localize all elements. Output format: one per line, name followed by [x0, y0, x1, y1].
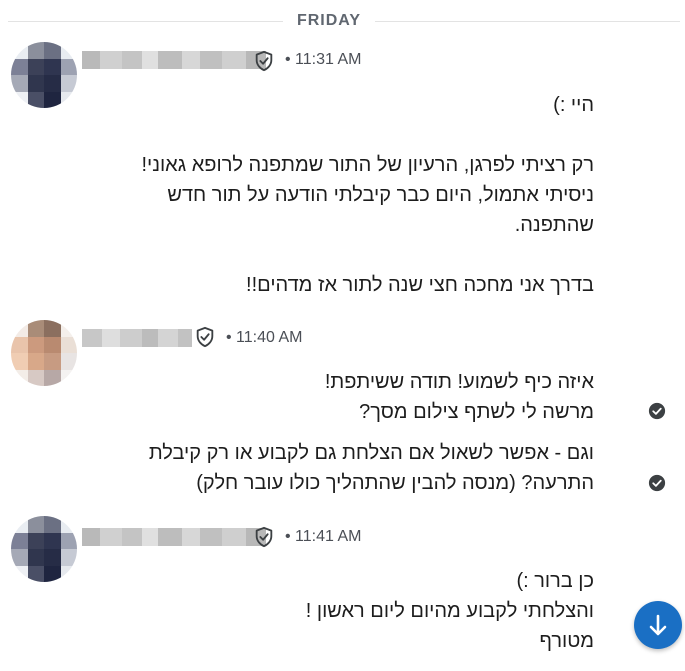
- verified-shield-icon: [196, 326, 214, 348]
- avatar[interactable]: [11, 42, 77, 108]
- scroll-to-bottom-button[interactable]: [634, 601, 682, 649]
- message-line: התרעה? (מנסה להבין שהתהליך כולו עובר חלק…: [196, 472, 594, 494]
- sender-name-blurred[interactable]: [82, 329, 192, 347]
- message-text: כן ברור :) והצלחתי לקבוע מהיום ליום ראשו…: [306, 566, 594, 656]
- message-line: היי :): [553, 94, 594, 116]
- message-line: כן ברור :): [516, 570, 594, 592]
- sender-name-blurred[interactable]: [82, 528, 266, 546]
- message-line: וגם - אפשר לשאול אם הצלחת גם לקבוע או רק…: [148, 442, 594, 464]
- message-line: רק רציתי לפרגן, הרעיון של התור שמתפנה לר…: [141, 154, 594, 176]
- message-line: [141, 120, 594, 150]
- message-line: בדרך אני מחכה חצי שנה לתור אז מדהים!!: [246, 274, 594, 296]
- sender-name-blurred[interactable]: [82, 51, 266, 69]
- message-line: והצלחתי לקבוע מהיום ליום ראשון !: [305, 600, 594, 622]
- message-line: מטורף: [539, 630, 594, 652]
- message-time: • 11:40 AM: [226, 329, 303, 346]
- message-time: • 11:41 AM: [285, 528, 362, 545]
- message-line: מרשה לי לשתף צילום מסך?: [359, 401, 594, 423]
- verified-shield-icon: [255, 526, 273, 548]
- message-line: ניסיתי אתמול, היום כבר קיבלתי הודעה על ת…: [167, 184, 594, 206]
- message-text: היי :) רק רציתי לפרגן, הרעיון של התור שמ…: [141, 90, 594, 300]
- day-divider: FRIDAY: [0, 0, 685, 42]
- avatar[interactable]: [11, 320, 77, 386]
- verified-shield-icon: [255, 50, 273, 72]
- message-time: • 11:31 AM: [285, 51, 362, 68]
- message-line: איזה כיף לשמוע! תודה ששיתפת!: [324, 371, 594, 393]
- check-circle-icon: [648, 402, 666, 420]
- check-circle-icon: [648, 474, 666, 492]
- message-text: וגם - אפשר לשאול אם הצלחת גם לקבוע או רק…: [149, 438, 594, 498]
- message-line: שהתפנה.: [514, 214, 594, 236]
- day-divider-label: FRIDAY: [296, 12, 362, 29]
- message-text: איזה כיף לשמוע! תודה ששיתפת! מרשה לי לשת…: [325, 367, 594, 427]
- message-line: [141, 240, 594, 270]
- arrow-down-icon: [649, 614, 667, 636]
- avatar[interactable]: [11, 516, 77, 582]
- divider-line: [8, 21, 283, 22]
- divider-line: [375, 21, 680, 22]
